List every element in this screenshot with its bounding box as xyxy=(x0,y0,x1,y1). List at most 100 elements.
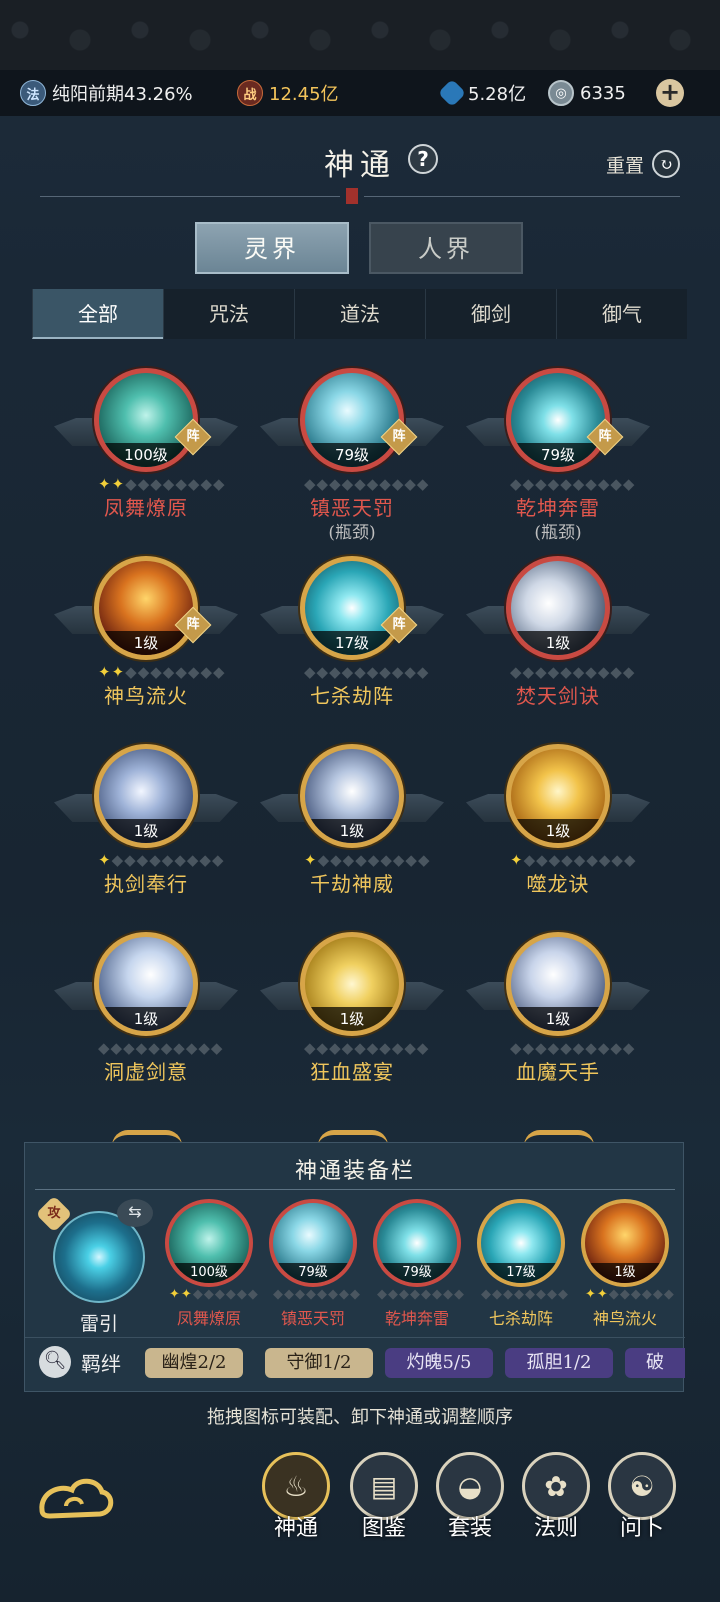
equip-slot[interactable]: 17级 ◆ ◆ ◆ ◆ ◆ ◆ ◆ ◆ 七杀劫阵 xyxy=(471,1199,571,1329)
star-icon: ◆ xyxy=(212,475,225,493)
refresh-icon: ↻ xyxy=(652,150,681,178)
skill-card[interactable]: 1级 ◆ ◆ ◆ ◆ ◆ ◆ ◆ ◆ ◆ ◆ 洞虚剑意 xyxy=(46,930,246,1090)
star-rating: ◆ ◆ ◆ ◆ ◆ ◆ ◆ ◆ ◆ ◆ xyxy=(510,663,634,681)
star-icon: ◆ xyxy=(380,851,392,869)
coin-currency[interactable]: ◎ 6335 xyxy=(548,79,626,107)
combat-power[interactable]: 战 12.45亿 xyxy=(237,79,339,107)
skill-card[interactable]: 1级 ◆ ◆ ◆ ◆ ◆ ◆ ◆ ◆ ◆ ◆ 狂血盛宴 xyxy=(252,930,452,1090)
bond-chip[interactable]: 破 xyxy=(625,1348,685,1378)
skill-icon: 17级 xyxy=(477,1199,565,1287)
nav-law[interactable]: ✿ 法则 xyxy=(516,1452,596,1562)
tab-qi[interactable]: 御气 xyxy=(556,289,687,339)
nav-codex[interactable]: ▤ 图鉴 xyxy=(344,1452,424,1562)
swap-icon[interactable]: ⇆ xyxy=(117,1199,153,1227)
skill-card[interactable]: 17级 阵 ◆ ◆ ◆ ◆ ◆ ◆ ◆ ◆ ◆ ◆ 七杀劫阵 xyxy=(252,554,452,714)
skill-level: 17级 xyxy=(305,631,399,655)
skill-card[interactable]: 1级 ◆ ◆ ◆ ◆ ◆ ◆ ◆ ◆ ◆ ◆ 焚天剑诀 xyxy=(458,554,658,714)
star-icon: ◆ xyxy=(225,1287,236,1302)
skill-card[interactable]: 1级 ✦ ◆ ◆ ◆ ◆ ◆ ◆ ◆ ◆ ◆ 噬龙诀 xyxy=(458,742,658,902)
star-icon: ◆ xyxy=(330,851,342,869)
skill-icon: 1级 xyxy=(94,744,198,848)
star-icon: ◆ xyxy=(329,475,341,493)
star-icon: ◆ xyxy=(328,1287,338,1302)
skill-card[interactable]: 1级 ✦ ◆ ◆ ◆ ◆ ◆ ◆ ◆ ◆ ◆ 执剑奉行 xyxy=(46,742,246,902)
star-icon: ◆ xyxy=(366,475,379,493)
slot-name: 镇恶天罚 xyxy=(280,1309,345,1328)
star-icon: ◆ xyxy=(379,1039,391,1057)
reset-button[interactable]: 重置 ↻ xyxy=(606,150,681,178)
skill-card[interactable]: 1级 阵 ✦ ✦ ◆ ◆ ◆ ◆ ◆ ◆ ◆ ◆ 神鸟流火 xyxy=(46,554,246,714)
tab-dao[interactable]: 道法 xyxy=(294,289,425,339)
skill-level: 79级 xyxy=(305,443,399,467)
reset-label: 重置 xyxy=(606,154,645,177)
star-icon: ◆ xyxy=(317,1287,327,1302)
bond-chip[interactable]: 灼魄5/5 xyxy=(385,1348,493,1378)
star-icon: ◆ xyxy=(149,851,161,869)
star-icon: ◆ xyxy=(137,663,150,681)
skill-card[interactable]: 1级 ✦ ◆ ◆ ◆ ◆ ◆ ◆ ◆ ◆ ◆ 千劫神威 xyxy=(252,742,452,902)
nav-label: 套装 xyxy=(447,1516,492,1541)
skill-card[interactable]: 79级 阵 ◆ ◆ ◆ ◆ ◆ ◆ ◆ ◆ ◆ ◆ 镇恶天罚 (瓶颈) xyxy=(252,366,452,543)
star-icon: ◆ xyxy=(355,851,367,869)
star-icon: ◆ xyxy=(510,663,522,681)
nav-divination[interactable]: ☯ 问卜 xyxy=(602,1452,682,1562)
star-icon: ◆ xyxy=(586,851,598,869)
skill-icon: 79级 xyxy=(506,368,610,472)
tab-spirit-realm[interactable]: 灵界 xyxy=(195,222,349,274)
cloud-menu-icon[interactable] xyxy=(36,1470,116,1530)
star-icon: ◆ xyxy=(366,663,379,681)
star-icon: ◆ xyxy=(125,663,137,681)
tab-spell[interactable]: 咒法 xyxy=(163,289,294,339)
lead-skill-slot[interactable]: 攻 ⇆ 雷引 xyxy=(35,1195,161,1335)
add-currency-button[interactable]: + xyxy=(656,79,684,107)
skill-level: 1级 xyxy=(305,819,399,843)
star-icon: ◆ xyxy=(212,663,225,681)
star-icon: ◆ xyxy=(560,1039,572,1057)
star-icon: ◆ xyxy=(125,475,137,493)
tab-human-realm[interactable]: 人界 xyxy=(369,222,523,274)
star-icon: ◆ xyxy=(597,663,610,681)
star-icon: ◆ xyxy=(341,1039,354,1057)
magnifier-icon[interactable]: 🔍︎ xyxy=(39,1346,71,1378)
equip-slot[interactable]: 1级 ✦ ✦ ◆ ◆ ◆ ◆ ◆ ◆ 神鸟流火 xyxy=(575,1199,675,1329)
star-rating: ✦ ◆ ◆ ◆ ◆ ◆ ◆ ◆ ◆ ◆ xyxy=(98,851,224,869)
star-icon: ◆ xyxy=(392,851,405,869)
star-icon: ◆ xyxy=(597,475,610,493)
star-icon: ◆ xyxy=(622,1039,635,1057)
bond-chip[interactable]: 孤胆1/2 xyxy=(505,1348,613,1378)
skill-icon: 1级 xyxy=(94,556,198,660)
tab-all[interactable]: 全部 xyxy=(32,289,163,339)
star-icon: ◆ xyxy=(210,1039,223,1057)
skill-card[interactable]: 100级 阵 ✦ ✦ ◆ ◆ ◆ ◆ ◆ ◆ ◆ ◆ 凤舞燎原 xyxy=(46,366,246,526)
star-icon: ◆ xyxy=(585,475,597,493)
skill-level: 100级 xyxy=(99,443,193,467)
tab-sword[interactable]: 御剑 xyxy=(425,289,556,339)
star-icon: ◆ xyxy=(560,475,572,493)
skill-icon: 1级 xyxy=(300,744,404,848)
star-icon: ◆ xyxy=(561,851,573,869)
skill-card[interactable]: 1级 ◆ ◆ ◆ ◆ ◆ ◆ ◆ ◆ ◆ ◆ 血魔天手 xyxy=(458,930,658,1090)
equip-slot[interactable]: 79级 ◆ ◆ ◆ ◆ ◆ ◆ ◆ ◆ 乾坤奔雷 xyxy=(367,1199,467,1329)
bond-chip[interactable]: 守御1/2 xyxy=(265,1348,373,1378)
star-icon: ◆ xyxy=(610,1039,622,1057)
bond-chip[interactable]: 幽煌2/2 xyxy=(145,1348,243,1378)
skill-name: 镇恶天罚 xyxy=(310,496,394,520)
skill-card[interactable]: 79级 阵 ◆ ◆ ◆ ◆ ◆ ◆ ◆ ◆ ◆ ◆ 乾坤奔雷 (瓶颈) xyxy=(458,366,658,543)
skill-icon: 79级 xyxy=(269,1199,357,1287)
star-icon: ◆ xyxy=(391,663,404,681)
star-rating: ✦ ✦ ◆ ◆ ◆ ◆ ◆ ◆ ◆ ◆ xyxy=(98,663,225,681)
skill-icon: 100级 xyxy=(165,1199,253,1287)
star-icon: ◆ xyxy=(535,663,547,681)
help-button[interactable]: ? xyxy=(408,144,438,174)
nav-set[interactable]: ◒ 套装 xyxy=(430,1452,510,1562)
equip-slot[interactable]: 100级 ✦ ✦ ◆ ◆ ◆ ◆ ◆ ◆ 凤舞燎原 xyxy=(159,1199,259,1329)
gem-currency[interactable]: 5.28亿 xyxy=(437,78,526,108)
skill-name: 血魔天手 xyxy=(516,1060,600,1084)
equip-slot[interactable]: 79级 ◆ ◆ ◆ ◆ ◆ ◆ ◆ ◆ 镇恶天罚 xyxy=(263,1199,363,1329)
nav-shentong[interactable]: ♨ 神通 xyxy=(256,1452,336,1562)
skill-level: 1级 xyxy=(99,631,193,655)
realm-progress[interactable]: 法 纯阳前期43.26% xyxy=(20,79,193,107)
skill-icon: 79级 xyxy=(300,368,404,472)
star-icon: ◆ xyxy=(135,1039,148,1057)
star-icon: ✦ xyxy=(596,1287,608,1302)
